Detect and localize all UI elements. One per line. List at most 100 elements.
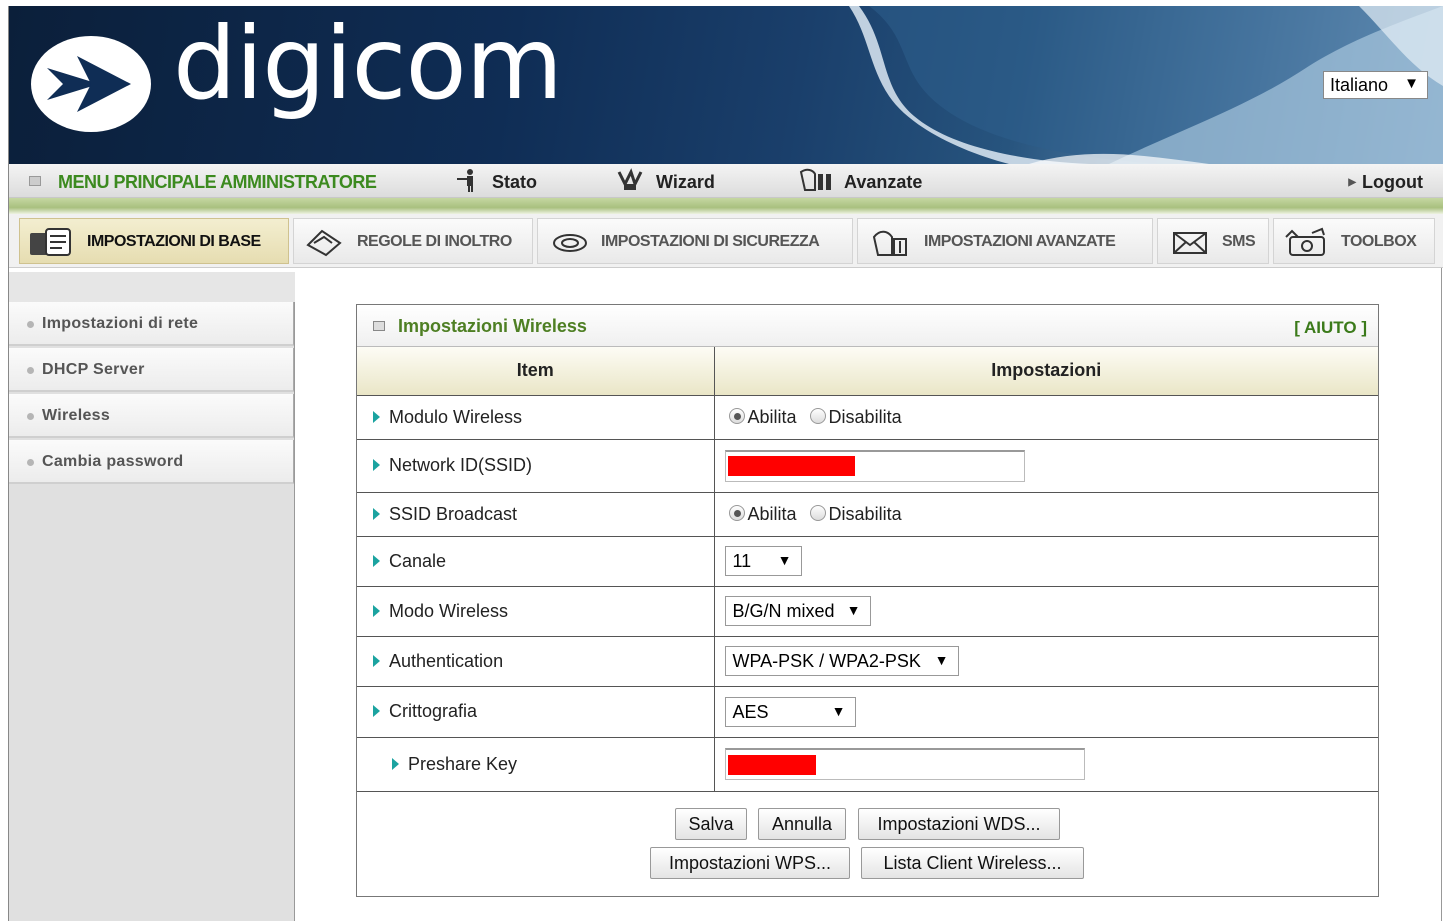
radio-label: Disabilita	[828, 406, 902, 427]
table-row: Authentication WPA-PSK / WPA2-PSK ▼	[357, 635, 1378, 687]
tab-sms[interactable]: SMS	[1157, 218, 1269, 264]
bullet-icon	[27, 367, 34, 374]
table-row: Modo Wireless B/G/N mixed ▼	[357, 585, 1378, 637]
bullet-icon	[27, 413, 34, 420]
save-button[interactable]: Salva	[675, 808, 747, 840]
sidebar-item-label: Cambia password	[42, 453, 184, 470]
sidebar-item-label: Wireless	[42, 407, 111, 424]
advanced-icon	[799, 168, 831, 191]
wireless-module-options: Abilita Disabilita	[713, 394, 1378, 440]
table-row: Preshare Key	[357, 736, 1378, 792]
advanced-settings-icon	[872, 230, 907, 256]
radio-wireless-disable[interactable]	[809, 407, 826, 424]
select-value: B/G/N mixed	[732, 601, 835, 621]
tab-label: REGOLE DI INOLTRO	[357, 233, 512, 250]
radio-broadcast-disable[interactable]	[809, 504, 826, 521]
wireless-settings-panel: Impostazioni Wireless [ AIUTO ] Item Imp…	[356, 304, 1379, 897]
row-marker-icon	[373, 554, 380, 567]
radio-wireless-enable[interactable]	[728, 407, 745, 424]
row-marker-icon	[373, 604, 380, 617]
button-row: Salva Annulla Impostazioni WDS... Impost…	[357, 793, 1378, 897]
mail-icon	[1173, 232, 1207, 254]
sidebar-item-wireless[interactable]: Wireless	[9, 394, 294, 438]
wireless-mode-select[interactable]: B/G/N mixed ▼	[724, 596, 871, 626]
panel-bullet-icon	[373, 321, 385, 331]
dropdown-arrow-icon: ▼	[1404, 75, 1419, 92]
tab-label: IMPOSTAZIONI DI SICUREZZA	[601, 233, 820, 250]
authentication-cell: WPA-PSK / WPA2-PSK ▼	[713, 635, 1378, 687]
label-text: Network ID(SSID)	[389, 455, 533, 475]
dropdown-arrow-icon: ▼	[831, 702, 846, 719]
tab-impostazioni-avanzate[interactable]: IMPOSTAZIONI AVANZATE	[857, 218, 1153, 264]
tab-label: TOOLBOX	[1341, 233, 1417, 250]
wireless-client-list-button[interactable]: Lista Client Wireless...	[861, 847, 1084, 879]
preshare-key-input[interactable]	[724, 748, 1085, 780]
menu-item-avanzate[interactable]: Avanzate	[844, 172, 922, 193]
wireless-mode-cell: B/G/N mixed ▼	[713, 585, 1378, 637]
encryption-cell: AES ▼	[713, 685, 1378, 738]
sidebar-item-dhcp-server[interactable]: DHCP Server	[9, 348, 294, 392]
language-select[interactable]: Italiano ▼	[1323, 71, 1428, 99]
sub-tab-bar: IMPOSTAZIONI DI BASE REGOLE DI INOLTRO I…	[9, 214, 1443, 268]
tab-impostazioni-di-base[interactable]: IMPOSTAZIONI DI BASE	[19, 218, 289, 264]
language-selected: Italiano	[1330, 75, 1389, 95]
ssid-broadcast-options: Abilita Disabilita	[713, 491, 1378, 537]
tab-impostazioni-di-sicurezza[interactable]: IMPOSTAZIONI DI SICUREZZA	[537, 218, 853, 264]
label-text: SSID Broadcast	[389, 503, 518, 524]
ssid-input[interactable]	[724, 449, 1025, 482]
ssid-cell	[713, 438, 1378, 493]
main-menu-bar: MENU PRINCIPALE AMMINISTRATORE Stato Wiz…	[9, 164, 1443, 198]
row-label-wireless-mode: Modo Wireless	[357, 585, 715, 637]
select-value: AES	[732, 701, 769, 722]
help-link[interactable]: [ AIUTO ]	[1294, 318, 1367, 338]
channel-select[interactable]: 11 ▼	[724, 546, 802, 576]
table-row: Network ID(SSID)	[357, 438, 1378, 493]
wps-settings-button[interactable]: Impostazioni WPS...	[650, 847, 850, 879]
preshare-key-cell	[713, 736, 1378, 792]
row-marker-icon	[392, 757, 399, 770]
main-menu-title[interactable]: MENU PRINCIPALE AMMINISTRATORE	[58, 172, 377, 193]
sidebar-header	[9, 272, 295, 302]
sidebar-item-impostazioni-di-rete[interactable]: Impostazioni di rete	[9, 302, 294, 346]
wds-settings-button[interactable]: Impostazioni WDS...	[858, 808, 1060, 840]
row-marker-icon	[373, 705, 380, 717]
dropdown-arrow-icon: ▼	[934, 652, 949, 668]
row-label-authentication: Authentication	[357, 635, 715, 687]
bullet-icon	[27, 321, 34, 328]
menu-item-wizard[interactable]: Wizard	[656, 172, 715, 193]
dropdown-arrow-icon: ▼	[777, 552, 792, 568]
authentication-select[interactable]: WPA-PSK / WPA2-PSK ▼	[724, 646, 959, 676]
sidebar-item-label: DHCP Server	[42, 361, 145, 378]
row-label-wireless-module: Modulo Wireless	[357, 394, 715, 440]
menu-bullet-icon	[29, 176, 41, 186]
label-text: Authentication	[389, 650, 504, 671]
bullet-icon	[27, 459, 34, 466]
radio-label: Abilita	[747, 503, 797, 524]
table-row: Modulo Wireless Abilita Disabilita	[357, 394, 1378, 440]
menu-divider-bar	[9, 198, 1443, 214]
radio-broadcast-enable[interactable]	[728, 504, 745, 521]
redacted-value	[727, 755, 816, 775]
tab-toolbox[interactable]: TOOLBOX	[1273, 218, 1435, 264]
tab-label: IMPOSTAZIONI AVANZATE	[924, 233, 1116, 250]
panel-header: Impostazioni Wireless [ AIUTO ]	[357, 305, 1378, 347]
menu-item-stato[interactable]: Stato	[492, 172, 537, 193]
tab-regole-di-inoltro[interactable]: REGOLE DI INOLTRO	[293, 218, 533, 264]
cancel-button[interactable]: Annulla	[758, 808, 846, 840]
label-text: Canale	[389, 550, 447, 571]
encryption-select[interactable]: AES ▼	[724, 696, 856, 727]
label-text: Crittografia	[389, 701, 478, 721]
label-text: Preshare Key	[408, 753, 518, 774]
label-text: Modo Wireless	[389, 600, 509, 621]
select-value: WPA-PSK / WPA2-PSK	[732, 651, 921, 671]
logout-link[interactable]: ▶ Logout	[1348, 172, 1423, 193]
row-label-ssid: Network ID(SSID)	[357, 438, 715, 493]
router-admin-page: digicom Italiano ▼ MENU PRINCIPALE AMMIN…	[8, 6, 1443, 921]
row-marker-icon	[373, 654, 380, 667]
digicom-logo-text: digicom	[173, 6, 563, 122]
column-header-settings: Impostazioni	[713, 347, 1378, 396]
sidebar-item-cambia-password[interactable]: Cambia password	[9, 440, 294, 484]
toolbox-icon	[1285, 227, 1325, 256]
left-sidebar: Impostazioni di rete DHCP Server Wireles…	[9, 272, 295, 921]
status-person-icon	[457, 169, 473, 192]
